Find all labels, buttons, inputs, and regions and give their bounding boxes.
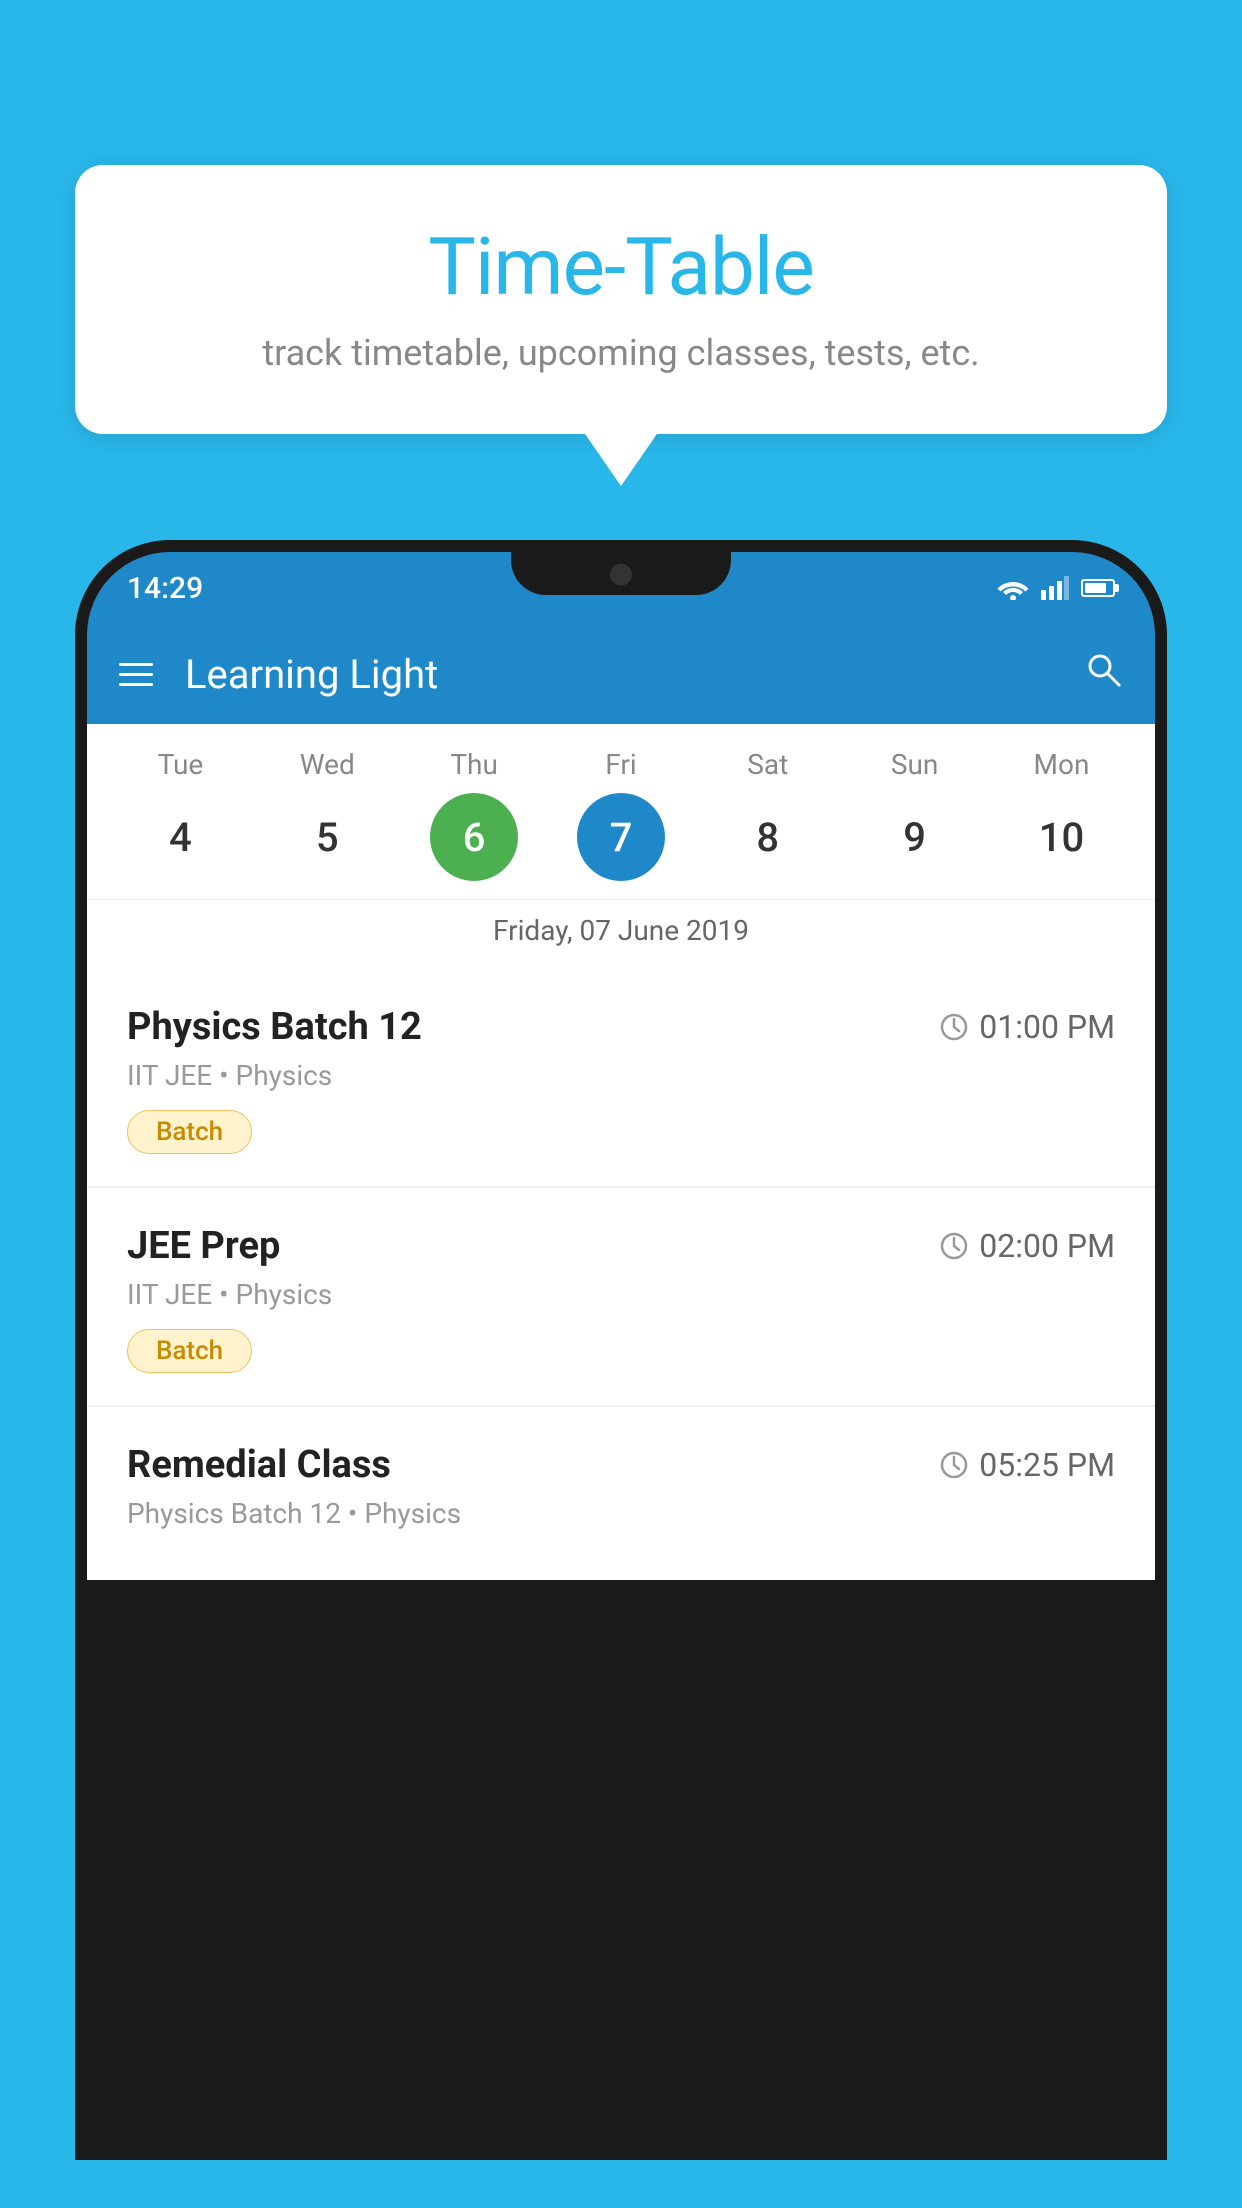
hamburger-line	[119, 673, 153, 676]
schedule-item-2-meta: IIT JEE • Physics	[127, 1278, 1115, 1311]
wifi-icon	[997, 576, 1029, 600]
schedule-item-1-time: 01:00 PM	[939, 1008, 1115, 1046]
clock-icon	[939, 1231, 969, 1261]
camera-dot	[610, 563, 632, 585]
battery-icon	[1081, 579, 1115, 597]
schedule-item-2-title: JEE Prep	[127, 1224, 280, 1268]
hamburger-line	[119, 683, 153, 686]
phone-outer: 14:29	[75, 540, 1167, 2160]
selected-date-label: Friday, 07 June 2019	[87, 899, 1155, 969]
bubble-subtitle: track timetable, upcoming classes, tests…	[145, 332, 1097, 374]
app-bar: Learning Light	[87, 624, 1155, 724]
schedule-item-2-badge: Batch	[127, 1329, 252, 1373]
day-header-sat: Sat	[724, 748, 812, 781]
status-icons	[997, 576, 1115, 600]
schedule-item-3-time: 05:25 PM	[939, 1446, 1115, 1484]
schedule-item-1-badge: Batch	[127, 1110, 252, 1154]
schedule-item-1[interactable]: Physics Batch 12 01:00 PM IIT JEE • Phys…	[87, 969, 1155, 1186]
day-header-mon: Mon	[1017, 748, 1105, 781]
clock-icon	[939, 1012, 969, 1042]
schedule-item-1-meta: IIT JEE • Physics	[127, 1059, 1115, 1092]
schedule-item-3-title: Remedial Class	[127, 1443, 391, 1487]
schedule-item-2-time: 02:00 PM	[939, 1227, 1115, 1265]
day-7-selected[interactable]: 7	[577, 793, 665, 881]
schedule-item-1-title: Physics Batch 12	[127, 1005, 422, 1049]
schedule-item-3[interactable]: Remedial Class 05:25 PM Physics Batch 12…	[87, 1407, 1155, 1580]
phone-notch	[511, 540, 731, 595]
schedule-item-3-meta: Physics Batch 12 • Physics	[127, 1497, 1115, 1530]
calendar-strip: Tue Wed Thu Fri Sat Sun Mon 4 5 6 7 8 9 …	[87, 724, 1155, 969]
day-10[interactable]: 10	[1017, 793, 1105, 881]
day-4[interactable]: 4	[136, 793, 224, 881]
schedule-item-2-header: JEE Prep 02:00 PM	[127, 1224, 1115, 1268]
day-headers: Tue Wed Thu Fri Sat Sun Mon	[87, 748, 1155, 781]
day-8[interactable]: 8	[724, 793, 812, 881]
app-bar-title: Learning Light	[185, 651, 1051, 698]
day-5[interactable]: 5	[283, 793, 371, 881]
day-numbers: 4 5 6 7 8 9 10	[87, 793, 1155, 881]
status-time: 14:29	[127, 571, 203, 606]
day-header-tue: Tue	[136, 748, 224, 781]
phone-wrapper: 14:29	[75, 540, 1167, 2208]
speech-bubble: Time-Table track timetable, upcoming cla…	[75, 165, 1167, 434]
day-header-thu: Thu	[430, 748, 518, 781]
day-6-today[interactable]: 6	[430, 793, 518, 881]
phone-inner: 14:29	[87, 552, 1155, 2160]
schedule-item-3-header: Remedial Class 05:25 PM	[127, 1443, 1115, 1487]
day-9[interactable]: 9	[871, 793, 959, 881]
day-header-fri: Fri	[577, 748, 665, 781]
schedule-item-2[interactable]: JEE Prep 02:00 PM IIT JEE • Physics Batc…	[87, 1188, 1155, 1405]
day-header-sun: Sun	[871, 748, 959, 781]
schedule-list: Physics Batch 12 01:00 PM IIT JEE • Phys…	[87, 969, 1155, 1580]
hamburger-menu-button[interactable]	[119, 663, 153, 686]
clock-icon	[939, 1450, 969, 1480]
hamburger-line	[119, 663, 153, 666]
signal-icon	[1041, 576, 1069, 600]
bubble-title: Time-Table	[145, 220, 1097, 314]
schedule-item-1-header: Physics Batch 12 01:00 PM	[127, 1005, 1115, 1049]
search-button[interactable]	[1083, 649, 1123, 699]
day-header-wed: Wed	[283, 748, 371, 781]
